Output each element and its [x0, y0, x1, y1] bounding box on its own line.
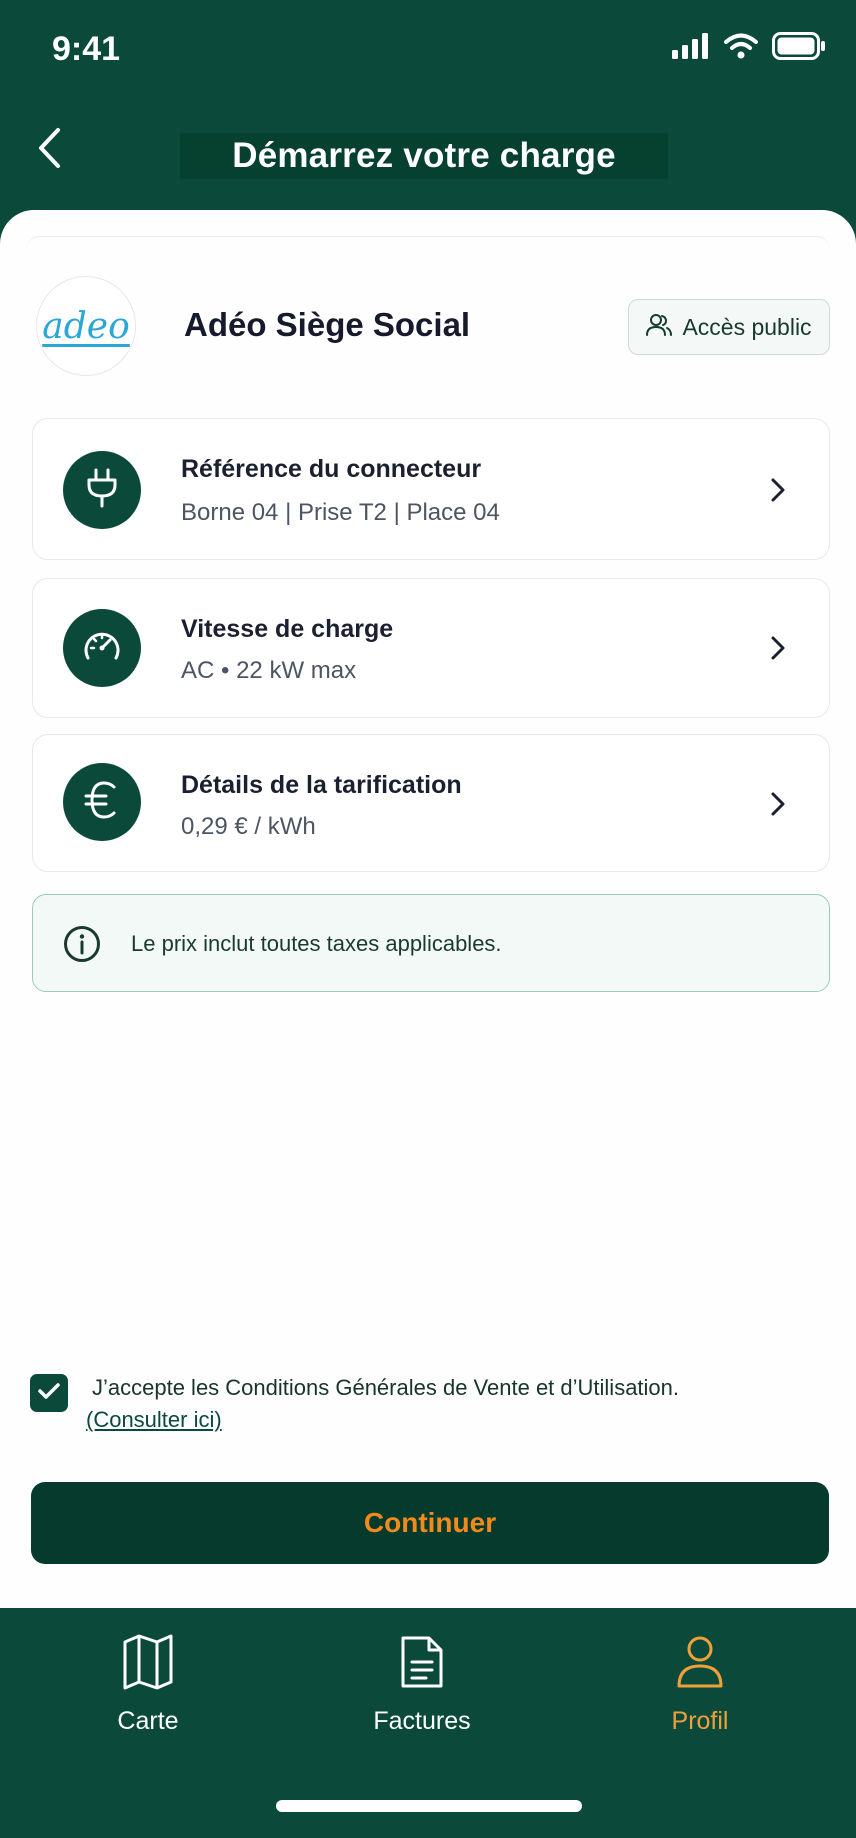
card-title: Vitesse de charge: [181, 615, 394, 643]
info-icon: [63, 925, 101, 968]
user-icon: [675, 1634, 725, 1695]
tab-label: Factures: [373, 1707, 471, 1735]
tab-carte[interactable]: Carte: [48, 1634, 248, 1754]
plug-icon: [85, 468, 119, 513]
app-header: 9:41 Démarrez votre charge: [0, 0, 856, 230]
chevron-right-icon: [767, 475, 789, 505]
station-header: adeo Adéo Siège Social Accès public: [36, 276, 830, 378]
page-title: Démarrez votre charge: [232, 136, 616, 175]
cellular-signal-icon: [672, 33, 710, 64]
terms-text: J’accepte les Conditions Générales de Ve…: [92, 1375, 680, 1400]
station-logo-text: adeo: [42, 305, 130, 347]
card-subtitle: Borne 04 | Prise T2 | Place 04: [181, 499, 500, 526]
charge-speed-card[interactable]: Vitesse de charge AC • 22 kW max: [32, 578, 830, 718]
status-time: 9:41: [52, 30, 121, 68]
access-badge-label: Accès public: [682, 313, 812, 340]
tab-factures[interactable]: Factures: [322, 1634, 522, 1754]
access-badge[interactable]: Accès public: [628, 299, 830, 355]
home-indicator: [276, 1800, 582, 1812]
back-button[interactable]: [24, 120, 74, 180]
page-title-box: Démarrez votre charge: [180, 133, 668, 179]
chevron-left-icon: [36, 127, 62, 174]
invoice-icon: [399, 1634, 445, 1695]
status-icons: [672, 32, 826, 65]
wifi-icon: [724, 33, 758, 64]
checkmark-icon: [37, 1381, 61, 1406]
connector-card[interactable]: Référence du connecteur Borne 04 | Prise…: [32, 418, 830, 560]
chevron-right-icon: [767, 789, 789, 819]
tax-info-text: Le prix inclut toutes taxes applicables.: [131, 931, 502, 956]
continue-button-label: Continuer: [363, 1507, 497, 1538]
sheet-divider: [26, 236, 830, 250]
card-title: Référence du connecteur: [181, 455, 482, 483]
map-icon: [121, 1634, 175, 1695]
users-icon: [646, 313, 673, 342]
terms-checkbox[interactable]: [30, 1374, 68, 1412]
station-logo: adeo: [36, 276, 136, 376]
card-title: Détails de la tarification: [181, 771, 462, 799]
tab-label: Profil: [671, 1707, 729, 1735]
pricing-card[interactable]: Détails de la tarification 0,29 € / kWh: [32, 734, 830, 872]
card-subtitle: 0,29 € / kWh: [181, 813, 316, 840]
terms-link[interactable]: (Consulter ici): [86, 1404, 222, 1435]
speedometer-icon: [82, 628, 122, 669]
battery-icon: [772, 32, 826, 65]
station-name: Adéo Siège Social: [184, 306, 471, 343]
euro-icon: [84, 780, 120, 825]
chevron-right-icon: [767, 633, 789, 663]
tab-profil[interactable]: Profil: [600, 1634, 800, 1754]
card-icon-circle: [63, 609, 141, 687]
card-icon-circle: [63, 451, 141, 529]
card-subtitle: AC • 22 kW max: [181, 657, 357, 684]
tax-info-box: Le prix inclut toutes taxes applicables.: [32, 894, 830, 992]
card-icon-circle: [63, 763, 141, 841]
continue-button[interactable]: Continuer: [31, 1482, 829, 1564]
tab-label: Carte: [117, 1707, 179, 1735]
